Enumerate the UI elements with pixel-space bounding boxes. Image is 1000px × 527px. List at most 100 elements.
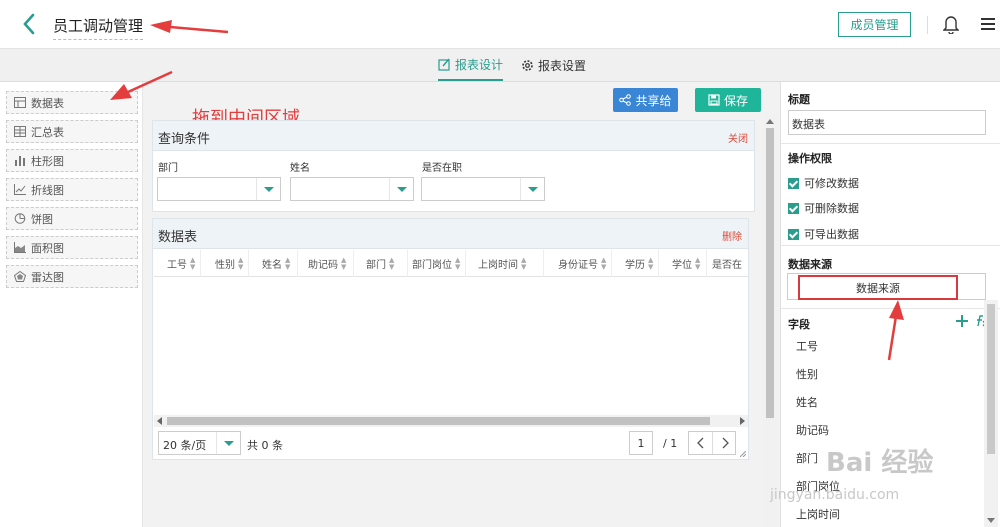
bell-icon[interactable] [943, 14, 959, 34]
widget-line-chart[interactable]: 折线图 [6, 178, 138, 201]
top-bar: 员工调动管理 成员管理 [0, 0, 1000, 49]
column-header[interactable]: 学历 ▲ ▼ [612, 250, 659, 277]
column-header[interactable]: 姓名 ▲ ▼ [249, 250, 298, 277]
watermark-url: jingyan.baidu.com [770, 487, 900, 503]
widget-summary-table[interactable]: 汇总表 [6, 120, 138, 143]
datasource-button[interactable]: 数据来源 [798, 275, 958, 300]
permission-export-checkbox[interactable]: 可导出数据 [788, 226, 859, 242]
checkbox-label: 可修改数据 [804, 177, 859, 190]
field-item[interactable]: 工号 [796, 338, 818, 354]
column-header[interactable]: 部门岗位 ▲ ▼ [408, 250, 466, 277]
line-chart-icon [14, 184, 26, 195]
query-panel-title: 查询条件 [158, 132, 211, 147]
column-header[interactable]: 是否在 [707, 250, 748, 277]
checkbox-checked-icon[interactable] [788, 177, 799, 189]
tab-label: 报表设计 [455, 57, 504, 72]
widget-label: 数据表 [31, 96, 64, 110]
widget-radar-chart[interactable]: 雷达图 [6, 265, 138, 288]
edit-icon [438, 58, 450, 71]
checkbox-checked-icon[interactable] [788, 228, 799, 240]
scroll-thumb[interactable] [766, 128, 774, 418]
resize-handle-icon[interactable] [740, 451, 746, 457]
column-header[interactable]: 部门 ▲ ▼ [354, 250, 408, 277]
tab-report-design[interactable]: 报表设计 [438, 49, 504, 81]
canvas-vertical-scrollbar[interactable] [763, 114, 777, 527]
sort-icon: ▲ ▼ [521, 255, 527, 271]
share-button[interactable]: 共享给 [613, 88, 678, 112]
widget-label: 雷达图 [31, 270, 64, 284]
column-header[interactable]: 身份证号 ▲ ▼ [544, 250, 612, 277]
column-header[interactable]: 工号 ▲ ▼ [154, 250, 201, 277]
column-header[interactable]: 性别 ▲ ▼ [201, 250, 249, 277]
delete-link[interactable]: 删除 [722, 228, 742, 243]
back-arrow-icon[interactable] [20, 12, 40, 36]
employed-select[interactable] [421, 177, 545, 201]
data-table-panel[interactable]: 数据表 删除 工号 ▲ ▼ 性别 ▲ ▼ 姓名 ▲ ▼ 助记码 ▲ ▼ 部门 ▲ ▼ 部门岗位 ▲ ▼ … [152, 218, 749, 460]
member-management-button[interactable]: 成员管理 [838, 12, 911, 37]
checkbox-label: 可导出数据 [804, 228, 859, 241]
checkbox-checked-icon[interactable] [788, 202, 799, 214]
title-input[interactable]: 数据表 [788, 110, 986, 135]
scroll-left-icon[interactable] [157, 417, 162, 425]
widget-table[interactable]: 数据表 [6, 91, 138, 114]
field-item[interactable]: 上岗时间 [796, 506, 840, 522]
pie-chart-icon [14, 213, 26, 224]
column-header[interactable]: 上岗时间 ▲ ▼ [466, 250, 544, 277]
save-label: 保存 [723, 93, 748, 108]
pager-nav [688, 431, 736, 455]
chevron-left-icon[interactable] [689, 432, 713, 454]
chevron-down-icon[interactable] [389, 178, 413, 200]
add-icon[interactable] [955, 314, 969, 328]
permission-edit-checkbox[interactable]: 可修改数据 [788, 175, 859, 191]
scroll-down-icon[interactable] [987, 518, 995, 523]
close-link[interactable]: 关闭 [728, 130, 748, 145]
column-header[interactable]: 学位 ▲ ▼ [659, 250, 707, 277]
radar-chart-icon [14, 271, 26, 282]
widget-label: 面积图 [31, 241, 64, 255]
field-item[interactable]: 助记码 [796, 422, 829, 438]
save-button[interactable]: 保存 [695, 88, 761, 112]
chevron-down-icon[interactable] [256, 178, 280, 200]
chevron-right-icon[interactable] [713, 432, 737, 454]
tab-report-settings[interactable]: 报表设置 [521, 49, 586, 81]
sort-icon: ▲ ▼ [285, 255, 291, 271]
sort-icon: ▲ ▼ [190, 255, 196, 271]
widget-bar-chart[interactable]: 柱形图 [6, 149, 138, 172]
field-item[interactable]: 部门 [796, 450, 818, 466]
page-number-input[interactable]: 1 [629, 431, 653, 455]
fields-heading: 字段 [788, 318, 810, 331]
fields-vertical-scrollbar[interactable] [984, 300, 998, 527]
divider [781, 143, 1000, 144]
widget-pie-chart[interactable]: 饼图 [6, 207, 138, 230]
chevron-down-icon[interactable] [216, 432, 240, 454]
chevron-down-icon[interactable] [520, 178, 544, 200]
field-item[interactable]: 姓名 [796, 394, 818, 410]
tab-bar: 报表设计 报表设置 [0, 49, 1000, 82]
scroll-thumb[interactable] [987, 304, 995, 454]
horizontal-scrollbar[interactable] [154, 415, 748, 427]
share-icon [619, 94, 632, 106]
permission-delete-checkbox[interactable]: 可删除数据 [788, 200, 859, 216]
widget-label: 柱形图 [31, 154, 64, 168]
department-select[interactable] [157, 177, 281, 201]
query-panel[interactable]: 查询条件 关闭 部门 姓名 是否在职 [152, 120, 755, 212]
filter-label-employed: 是否在职 [422, 163, 462, 174]
summary-table-icon [14, 126, 26, 137]
watermark-logo: Bai 经验 [826, 448, 934, 478]
data-panel-header: 数据表 删除 [153, 219, 748, 249]
permissions-heading: 操作权限 [788, 152, 832, 165]
gear-icon [522, 59, 533, 71]
menu-icon[interactable] [981, 17, 995, 31]
scroll-thumb[interactable] [167, 417, 710, 425]
scroll-right-icon[interactable] [740, 417, 745, 425]
field-item[interactable]: 性别 [796, 366, 818, 382]
column-header[interactable]: 助记码 ▲ ▼ [298, 250, 354, 277]
sort-icon: ▲ ▼ [648, 255, 654, 271]
scroll-up-icon[interactable] [766, 119, 774, 124]
page-total: / 1 [663, 437, 678, 450]
tab-label: 报表设置 [538, 58, 587, 73]
widget-area-chart[interactable]: 面积图 [6, 236, 138, 259]
name-select[interactable] [290, 177, 414, 201]
sort-icon: ▲ ▼ [695, 255, 701, 271]
page-size-select[interactable]: 20 条/页 [158, 431, 241, 455]
